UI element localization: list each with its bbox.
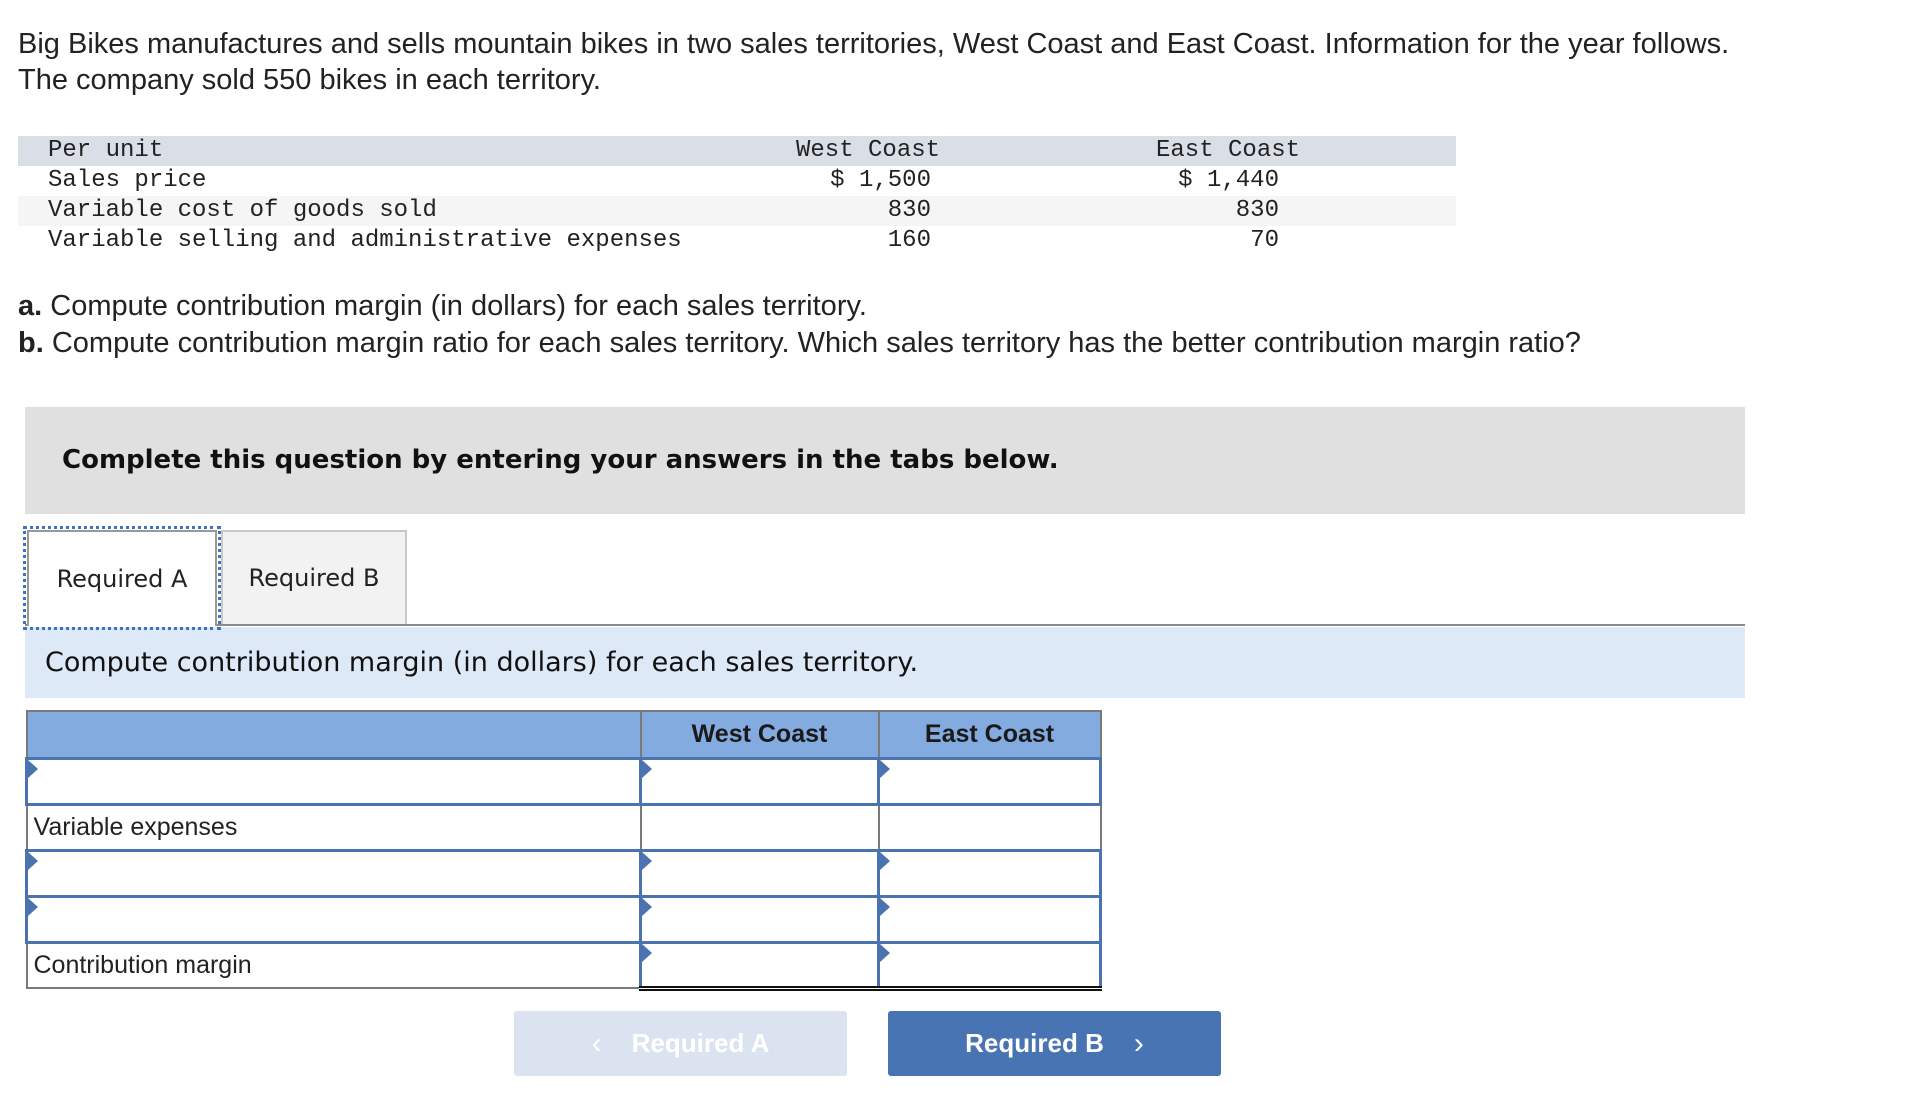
dropdown-flag-icon — [880, 851, 890, 870]
intro-line-2: The company sold 550 bikes in each terri… — [18, 64, 601, 96]
row-label: Sales price — [48, 167, 207, 194]
dropdown-flag-icon — [28, 851, 38, 870]
tab-required-a[interactable]: Required A — [23, 526, 221, 630]
west-input-cell[interactable] — [639, 756, 880, 806]
contribution-margin-west-input[interactable] — [642, 944, 877, 985]
east-value-text: 830 — [1235, 197, 1279, 224]
row-3-west-input[interactable] — [642, 853, 877, 893]
question-list: a. Compute contribution margin (in dolla… — [18, 288, 1581, 362]
contribution-margin-east-input[interactable] — [880, 944, 1099, 985]
answer-row-1 — [25, 756, 1102, 806]
question-b-text: Compute contribution margin ratio for ea… — [43, 327, 1581, 359]
prev-button-label: Required A — [631, 1028, 770, 1058]
west-value: $ 1,500 — [796, 166, 1156, 196]
question-b: b. Compute contribution margin ratio for… — [18, 325, 1581, 362]
question-a: a. Compute contribution margin (in dolla… — [18, 288, 1581, 325]
tab-instruction-text: Compute contribution margin (in dollars)… — [45, 647, 919, 678]
east-input-cell[interactable] — [877, 848, 1102, 898]
row-4-west-input[interactable] — [642, 899, 877, 939]
east-value-text: 70 — [1250, 227, 1279, 254]
west-input-cell[interactable] — [639, 894, 880, 944]
tab-required-a-label: Required A — [56, 565, 188, 593]
east-input-cell[interactable] — [877, 756, 1102, 806]
label-input-cell[interactable] — [25, 894, 642, 944]
answer-row-variable-expenses: Variable expenses — [25, 803, 1102, 851]
given-table-header: Per unit West Coast East Coast — [18, 136, 1456, 166]
answer-row-4 — [25, 894, 1102, 944]
header-east-coast: East Coast — [1156, 136, 1456, 166]
dropdown-flag-icon — [28, 759, 38, 778]
given-row-variable-sga: Variable selling and administrative expe… — [18, 226, 1456, 256]
dropdown-flag-icon — [880, 759, 890, 778]
row-1-east-input[interactable] — [880, 761, 1099, 801]
dropdown-flag-icon — [642, 897, 652, 916]
next-button-label: Required B — [965, 1028, 1104, 1058]
intro-line-1: Big Bikes manufactures and sells mountai… — [18, 28, 1730, 60]
west-static-cell — [639, 803, 880, 851]
west-value: 160 — [796, 226, 1156, 256]
dropdown-flag-icon — [642, 759, 652, 778]
header-west-coast: West Coast — [639, 710, 880, 759]
contribution-margin-label: Contribution margin — [25, 941, 642, 989]
header-east-coast-text: East Coast — [1156, 137, 1301, 164]
dropdown-flag-icon — [880, 897, 890, 916]
label-input-cell[interactable] — [25, 756, 642, 806]
dropdown-flag-icon — [880, 943, 890, 962]
east-static-cell — [877, 803, 1102, 851]
row-3-label-input[interactable] — [28, 853, 639, 893]
question-a-text: Compute contribution margin (in dollars)… — [42, 290, 867, 322]
header-east-coast: East Coast — [877, 710, 1102, 759]
question-a-prefix: a. — [18, 290, 43, 322]
row-label: Variable selling and administrative expe… — [48, 227, 682, 254]
chevron-right-icon: › — [1133, 1026, 1144, 1060]
problem-intro: Big Bikes manufactures and sells mountai… — [18, 26, 1898, 98]
prev-required-a-button[interactable]: ‹ Required A — [514, 1011, 847, 1076]
row-label: Variable cost of goods sold — [18, 196, 796, 226]
west-value-text: 160 — [887, 227, 931, 254]
question-b-prefix: b. — [18, 327, 44, 359]
tab-instruction: Compute contribution margin (in dollars)… — [25, 627, 1745, 698]
next-required-b-button[interactable]: Required B › — [888, 1011, 1221, 1076]
variable-expenses-label: Variable expenses — [25, 803, 642, 851]
east-total-cell[interactable] — [877, 940, 1102, 991]
east-value-text: $ 1,440 — [1178, 167, 1279, 194]
header-west-coast: West Coast — [796, 136, 1156, 166]
given-row-sales-price: Sales price $ 1,500 $ 1,440 — [18, 166, 1456, 196]
answer-row-3 — [25, 848, 1102, 898]
row-4-label-input[interactable] — [28, 899, 639, 939]
east-value: 70 — [1156, 226, 1456, 256]
west-input-cell[interactable] — [639, 848, 880, 898]
east-value: 830 — [1156, 196, 1456, 226]
answer-table-header: West Coast East Coast — [25, 710, 1102, 759]
tab-required-b-label: Required B — [248, 564, 380, 592]
row-3-east-input[interactable] — [880, 853, 1099, 893]
east-value: $ 1,440 — [1156, 166, 1456, 196]
row-4-east-input[interactable] — [880, 899, 1099, 939]
east-input-cell[interactable] — [877, 894, 1102, 944]
west-value-text: 830 — [887, 197, 931, 224]
dropdown-flag-icon — [642, 943, 652, 962]
chevron-left-icon: ‹ — [591, 1026, 602, 1060]
instructions-banner: Complete this question by entering your … — [25, 407, 1745, 514]
label-input-cell[interactable] — [25, 848, 642, 898]
header-per-unit: Per unit — [18, 136, 796, 166]
west-total-cell[interactable] — [639, 940, 880, 991]
west-value: 830 — [796, 196, 1156, 226]
dropdown-flag-icon — [642, 851, 652, 870]
row-1-label-input[interactable] — [28, 761, 639, 801]
west-value-text: $ 1,500 — [830, 167, 931, 194]
answer-table: West Coast East Coast Variable expenses … — [25, 710, 1102, 991]
header-west-coast-text: West Coast — [796, 137, 941, 164]
header-blank — [25, 710, 642, 759]
answer-row-contribution-margin: Contribution margin — [25, 940, 1102, 991]
instructions-banner-text: Complete this question by entering your … — [62, 445, 1059, 475]
row-1-west-input[interactable] — [642, 761, 877, 801]
tab-required-b[interactable]: Required B — [221, 530, 407, 624]
tab-bar: Required A Required B — [23, 526, 1745, 630]
given-row-variable-cogs: Variable cost of goods sold 830 830 — [18, 196, 1456, 226]
given-data-table: Per unit West Coast East Coast Sales pri… — [18, 136, 1456, 256]
dropdown-flag-icon — [28, 897, 38, 916]
